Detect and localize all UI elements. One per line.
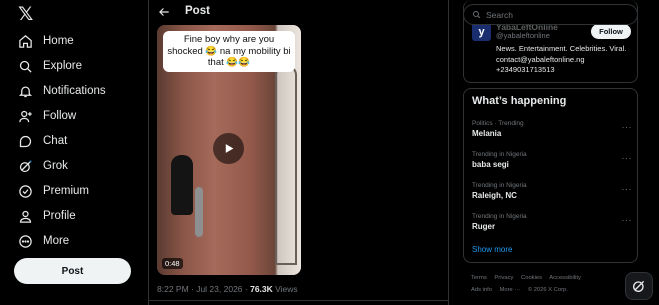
trend-item[interactable]: Politics · Trending Melania ··· [472, 119, 632, 143]
chat-icon [19, 135, 32, 147]
more-dots-icon[interactable]: ··· [622, 215, 633, 225]
panel-title: What’s happening [472, 95, 567, 107]
nav-item-more[interactable]: More [18, 231, 69, 251]
play-button[interactable] [213, 133, 244, 164]
x-logo-icon[interactable]: 𝕏 [18, 4, 38, 24]
more-dots-icon[interactable]: ··· [622, 184, 633, 194]
bell-icon [18, 86, 33, 97]
add-user-icon [19, 110, 32, 122]
video-duration: 0:48 [162, 258, 183, 269]
nav-label-notifications: Notifications [43, 85, 106, 97]
nav-item-premium[interactable]: Premium [18, 181, 89, 201]
video-player[interactable]: Fine boy why are you shocked 😂 na my mob… [157, 25, 301, 275]
account-bio: News. Entertainment. Celebrities. Viral.… [496, 44, 627, 74]
trend-item[interactable]: Trending in Nigeria baba segi ··· [472, 150, 632, 174]
nav-item-grok[interactable]: Grok [18, 156, 68, 176]
post-header: Post [149, 0, 448, 24]
footer-links: Terms Privacy Cookies Accessibility Ads … [471, 272, 641, 296]
show-more-link[interactable]: Show more [472, 245, 512, 254]
search-placeholder: Search [486, 9, 513, 20]
views-label: Views [275, 284, 298, 294]
whats-happening-panel: What’s happening Politics · Trending Mel… [463, 88, 638, 263]
nav-item-home[interactable]: Home [18, 31, 74, 51]
back-arrow-icon[interactable] [157, 5, 171, 19]
more-dots-icon[interactable]: ··· [622, 153, 633, 163]
footer-link-cookies[interactable]: Cookies [521, 275, 542, 281]
play-icon [225, 144, 234, 153]
trend-context: Trending in Nigeria [472, 213, 527, 220]
post-detail-column: Post Fine boy why are you shocked 😂 na m… [148, 0, 449, 305]
trend-name: Raleigh, NC [472, 191, 517, 200]
account-handle[interactable]: @yabaleftonline [496, 31, 550, 40]
nav-label-follow: Follow [43, 110, 77, 122]
nav-label-profile: Profile [43, 210, 76, 222]
left-nav: 𝕏 Home Explore Notifications Follow Chat… [0, 0, 148, 305]
trend-context: Trending in Nigeria [472, 151, 527, 158]
video-caption: Fine boy why are you shocked 😂 na my mob… [163, 31, 295, 72]
views-count: 76.3K [250, 284, 273, 294]
nav-label-premium: Premium [43, 185, 90, 197]
nav-label-chat: Chat [43, 135, 68, 147]
nav-item-follow[interactable]: Follow [18, 106, 76, 126]
trend-item[interactable]: Trending in Nigeria Ruger ··· [472, 212, 632, 236]
grok-icon [19, 160, 32, 172]
footer-link-ads-info[interactable]: Ads info [471, 287, 492, 293]
post-timestamp[interactable]: 8:22 PM · Jul 23, 2026 · [157, 284, 248, 294]
page-title: Post [185, 5, 210, 17]
footer-link-more[interactable]: More ··· [500, 287, 521, 293]
grok-float-button[interactable] [625, 272, 653, 300]
right-sidebar: y YabaLeftOnline @yabaleftonline Follow … [449, 0, 659, 305]
nav-label-explore: Explore [43, 60, 82, 72]
nav-item-notifications[interactable]: Notifications [18, 81, 106, 101]
more-circle-icon [19, 234, 32, 248]
trend-name: Ruger [472, 222, 496, 231]
person-figure [171, 155, 193, 215]
nav-label-more: More [43, 235, 70, 247]
home-icon [19, 34, 32, 48]
nav-item-profile[interactable]: Profile [18, 206, 76, 226]
post-meta: 8:22 PM · Jul 23, 2026 · 76.3K Views [157, 284, 298, 294]
footer-copyright: © 2026 X Corp. [527, 287, 568, 293]
nav-label-home: Home [43, 35, 74, 47]
follow-button[interactable]: Follow [591, 24, 631, 39]
gate-ironwork [275, 65, 297, 265]
trend-context: Politics · Trending [472, 120, 524, 127]
footer-link-accessibility[interactable]: Accessibility [549, 275, 581, 281]
footer-link-privacy[interactable]: Privacy [494, 275, 513, 281]
grok-icon [633, 280, 645, 292]
search-icon [473, 11, 481, 19]
nav-item-chat[interactable]: Chat [18, 131, 67, 151]
trend-name: baba segi [472, 160, 509, 169]
search-input[interactable]: Search [463, 4, 638, 25]
nav-label-grok: Grok [43, 160, 68, 172]
divider [149, 300, 448, 301]
profile-icon [19, 210, 32, 223]
post-button[interactable]: Post [14, 258, 131, 284]
premium-icon [19, 184, 32, 198]
trend-item[interactable]: Trending in Nigeria Raleigh, NC ··· [472, 181, 632, 205]
search-icon [19, 60, 32, 73]
door-handle [195, 187, 203, 237]
nav-item-explore[interactable]: Explore [18, 56, 82, 76]
trend-context: Trending in Nigeria [472, 182, 527, 189]
trend-name: Melania [472, 129, 502, 138]
more-dots-icon[interactable]: ··· [622, 122, 633, 132]
footer-link-terms[interactable]: Terms [471, 275, 487, 281]
